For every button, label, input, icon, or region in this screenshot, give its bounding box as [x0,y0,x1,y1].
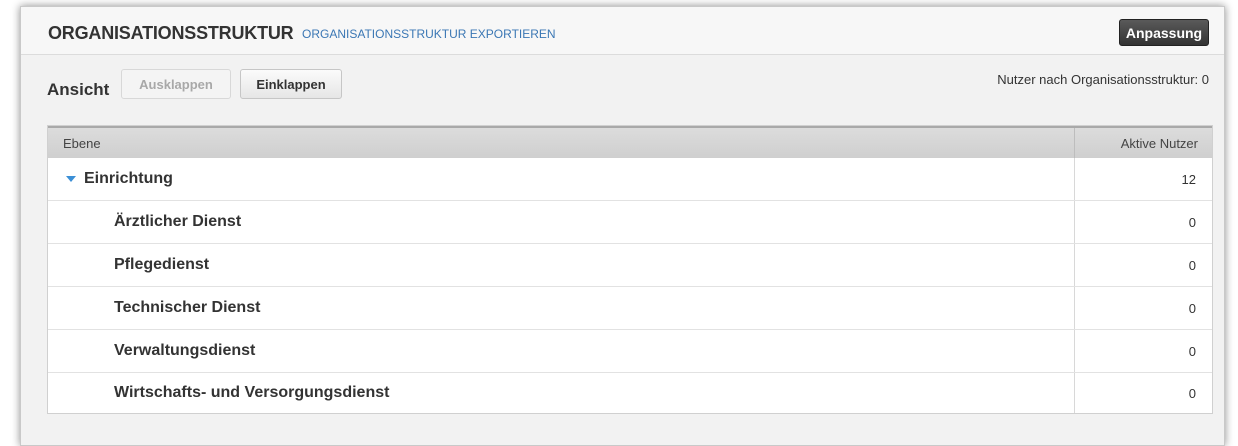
customize-button[interactable]: Anpassung [1119,19,1209,46]
caret-down-icon[interactable] [66,176,76,182]
table-row[interactable]: Ärztlicher Dienst 0 [48,201,1212,244]
active-users-cell: 0 [1074,373,1212,413]
table-row[interactable]: Technischer Dienst 0 [48,287,1212,330]
column-header-level[interactable]: Ebene [48,128,1074,158]
table-row[interactable]: Wirtschafts- und Versorgungsdienst 0 [48,373,1212,413]
panel-header: ORGANISATIONSSTRUKTUR ORGANISATIONSSTRUK… [21,7,1224,55]
level-cell: Verwaltungsdienst [114,342,256,359]
level-cell: Einrichtung [48,158,1074,200]
level-cell: Pflegedienst [114,256,210,273]
table-row-einrichtung[interactable]: Einrichtung 12 [48,158,1212,201]
active-users-cell: 12 [1074,158,1212,200]
table-header: Ebene Aktive Nutzer [48,126,1212,158]
level-cell: Ärztlicher Dienst [114,213,242,230]
view-label: Ansicht [47,80,110,99]
collapse-all-button[interactable]: Einklappen [240,69,342,99]
expand-all-button[interactable]: Ausklappen [121,69,231,99]
export-structure-link[interactable]: ORGANISATIONSSTRUKTUR EXPORTIEREN [302,27,556,41]
active-users-cell: 0 [1074,244,1212,286]
table-row[interactable]: Pflegedienst 0 [48,244,1212,287]
page-title: ORGANISATIONSSTRUKTUR [48,23,294,43]
level-cell: Wirtschafts- und Versorgungsdienst [114,384,390,401]
active-users-cell: 0 [1074,330,1212,372]
structure-table: Ebene Aktive Nutzer Einrichtung 12 Ärztl… [47,125,1213,414]
users-by-structure-count: Nutzer nach Organisationsstruktur: 0 [997,72,1209,87]
active-users-cell: 0 [1074,201,1212,243]
level-label: Einrichtung [84,170,173,187]
organization-structure-panel: ORGANISATIONSSTRUKTUR ORGANISATIONSSTRUK… [20,6,1225,446]
column-header-active-users[interactable]: Aktive Nutzer [1074,128,1212,158]
table-row[interactable]: Verwaltungsdienst 0 [48,330,1212,373]
active-users-cell: 0 [1074,287,1212,329]
level-cell: Technischer Dienst [114,299,261,316]
